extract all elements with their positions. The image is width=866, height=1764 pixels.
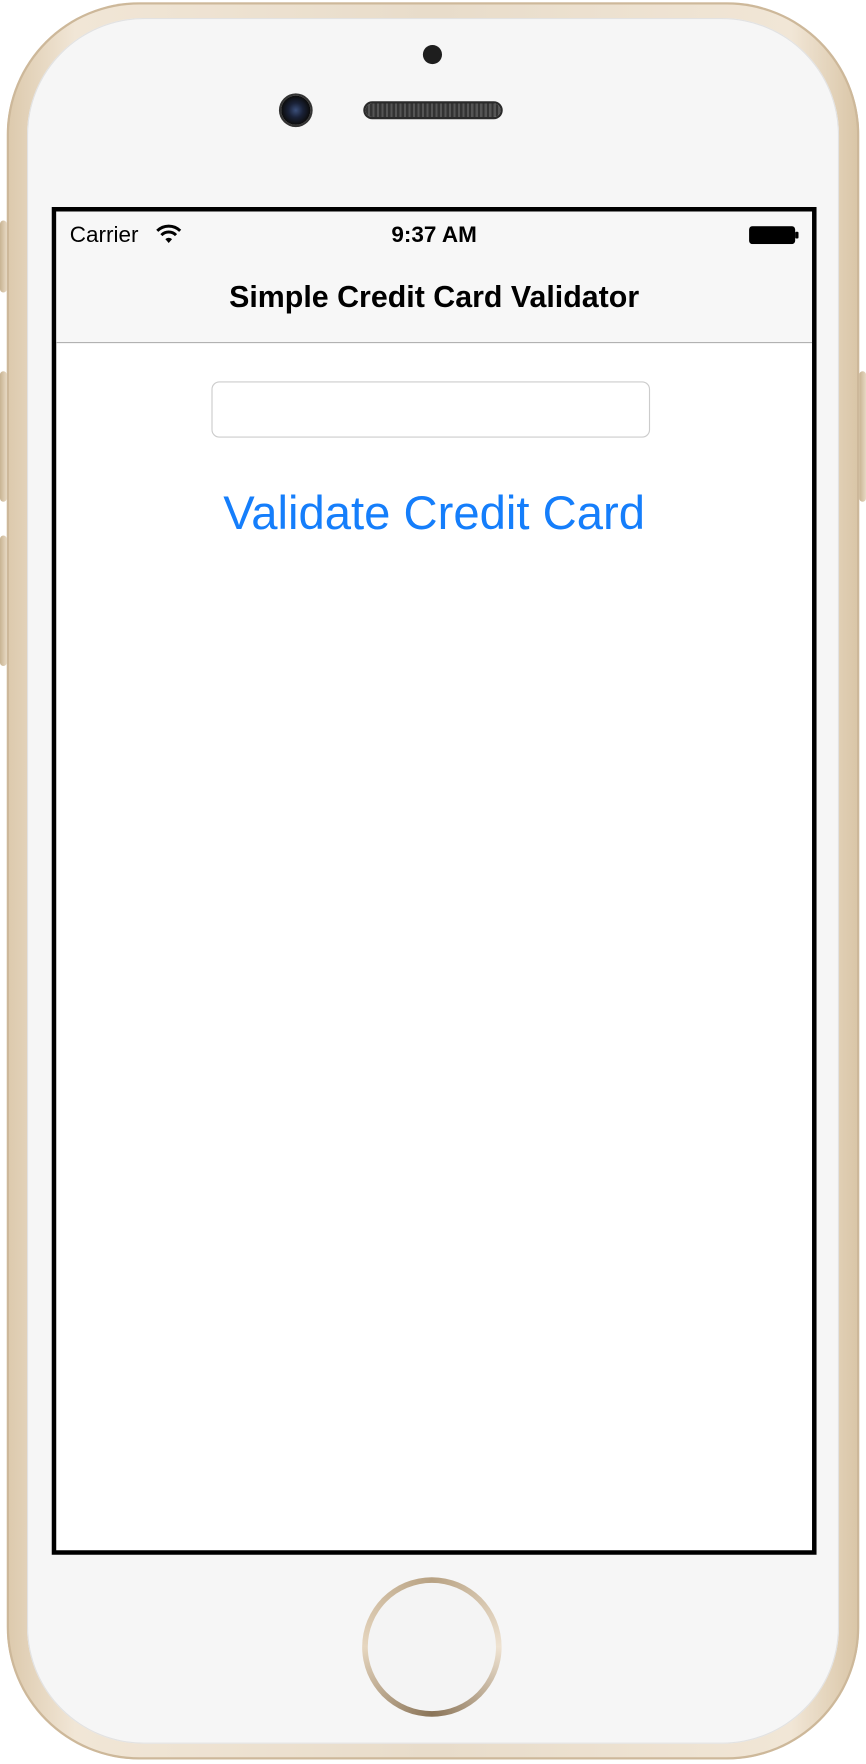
home-button[interactable] — [362, 1577, 502, 1717]
silent-switch — [0, 220, 7, 293]
navigation-bar: Carrier 9:37 AM Simple Credit Card Valid… — [56, 211, 813, 344]
validate-credit-card-button[interactable]: Validate Credit Card — [56, 482, 812, 545]
screen: Carrier 9:37 AM Simple Credit Card Valid… — [51, 207, 817, 1555]
earpiece-speaker — [365, 103, 501, 117]
home-button-face — [367, 1582, 496, 1712]
power-button — [859, 371, 866, 502]
volume-up-button — [0, 371, 7, 502]
battery-icon — [749, 226, 799, 245]
device-frame: Carrier 9:37 AM Simple Credit Card Valid… — [0, 0, 866, 1764]
credit-card-input[interactable] — [211, 381, 651, 438]
nav-title: Simple Credit Card Validator — [229, 280, 640, 314]
status-time: 9:37 AM — [391, 222, 477, 248]
proximity-sensor — [422, 45, 443, 65]
front-camera — [281, 95, 311, 125]
volume-down-button — [0, 535, 7, 666]
status-bar: Carrier 9:37 AM — [56, 212, 812, 257]
